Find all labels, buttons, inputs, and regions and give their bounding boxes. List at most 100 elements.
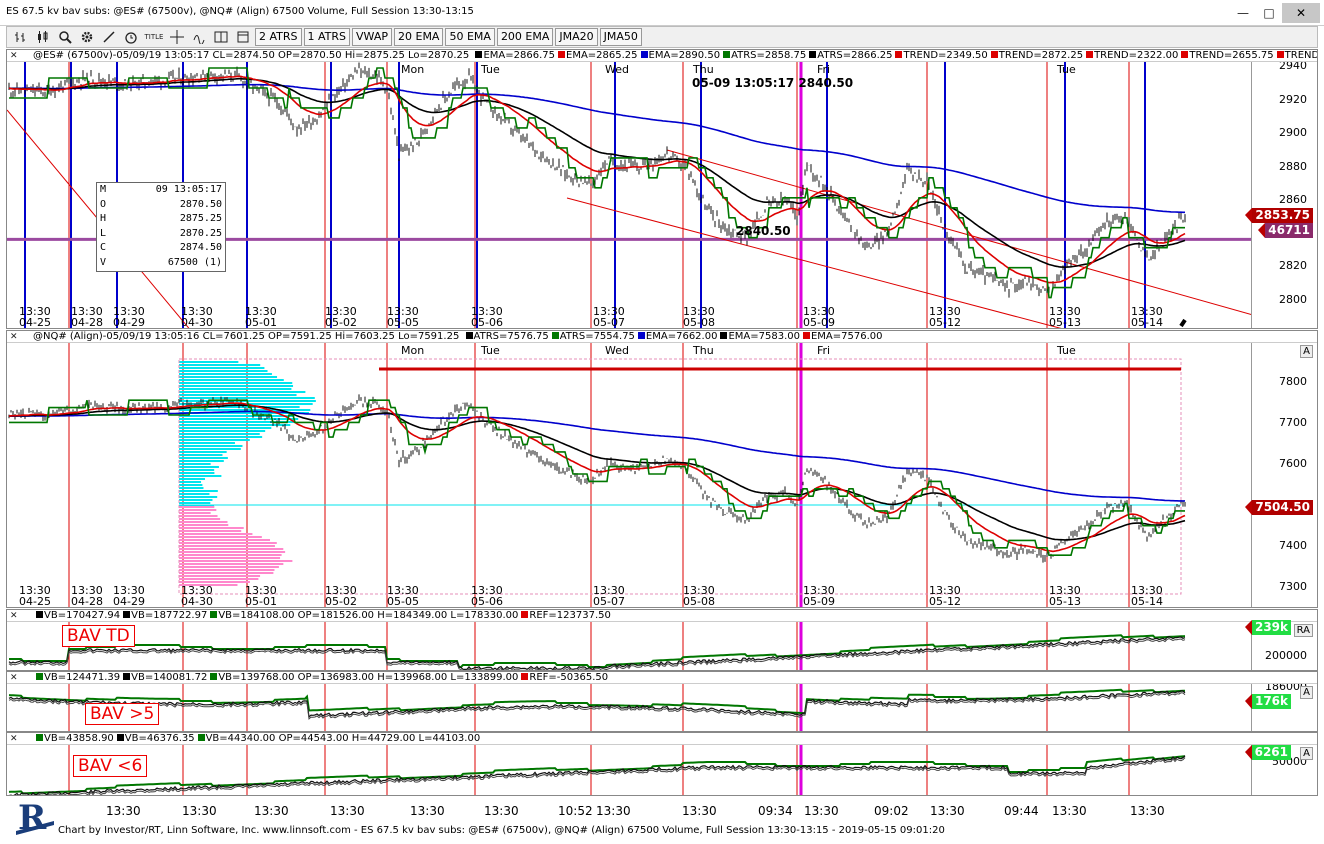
y-tick: 2920 [1279, 93, 1307, 106]
time-axis-label: 13:30 [1130, 804, 1165, 818]
autoscale-button[interactable]: A [1300, 345, 1313, 358]
day-label: Wed [605, 63, 629, 76]
series-value: VB=44340.00 OP=44543.00 H=44729.00 L=441… [205, 733, 481, 744]
bav-lt6-panel[interactable]: ✕ VB=43858.90 VB=46376.35 VB=44340.00 OP=4… [6, 732, 1318, 796]
volume-profile-bar [179, 518, 221, 520]
volume-profile-bar [179, 433, 260, 435]
time-axis-label: 13:30 [410, 804, 445, 818]
ema200-button[interactable]: 200 EMA [496, 28, 554, 46]
ema20-button[interactable]: 20 EMA [394, 28, 444, 46]
series-swatch [197, 734, 205, 741]
day-label: Tue [1057, 344, 1076, 357]
series-value: ATRS=7554.75 [559, 331, 635, 342]
date-label: 05-01 [245, 595, 277, 608]
maximize-button[interactable]: □ [1256, 3, 1282, 23]
time-axis-label: 09:02 [874, 804, 909, 818]
volume-profile-bar [179, 430, 266, 432]
date-label: 04-25 [19, 595, 51, 608]
jma50-button[interactable]: JMA50 [599, 28, 642, 46]
series-value: ATRS=2858.75 [731, 50, 807, 61]
alarm-clock-icon[interactable] [121, 28, 141, 46]
series-swatch [723, 51, 731, 58]
nq-price-axis[interactable]: 7800 7700 7600 7500 7400 7300 [1251, 331, 1317, 607]
nq-price-panel[interactable]: ✕ @NQ# (Align)-05/09/19 13:05:16 CL=7601… [6, 330, 1318, 608]
date-label: 05-01 [245, 316, 277, 329]
volume-profile-bar [179, 457, 228, 459]
series-swatch [36, 734, 43, 741]
volume-profile-bar [179, 382, 293, 384]
candlestick-icon[interactable] [33, 28, 53, 46]
ohlc-key: O [100, 198, 107, 210]
bav-td-panel[interactable]: ✕ VB=170427.94 VB=187722.97 VB=184108.00 O… [6, 609, 1318, 671]
y-tick: 7600 [1279, 457, 1307, 470]
autoscale-button[interactable]: A [1300, 686, 1313, 699]
volume-profile-bar [179, 506, 215, 508]
autoscale-button[interactable]: A [1300, 747, 1313, 760]
bav-td-header: VB=170427.94 VB=187722.97 VB=184108.00 OP=… [7, 610, 1317, 622]
volume-profile-bar [179, 557, 281, 559]
crosshair-readout: 05-09 13:05:17 2840.50 [692, 76, 854, 90]
series-value: EMA=2890.50 [648, 50, 721, 61]
series-swatch [1086, 51, 1094, 58]
split-screen-icon[interactable] [211, 28, 231, 46]
panel-close-icon[interactable]: ✕ [10, 51, 18, 61]
time-axis-label: 09:44 [1004, 804, 1039, 818]
atrs1-button[interactable]: 1 ATRS [303, 28, 351, 46]
series-swatch [521, 611, 529, 618]
series-swatch [465, 332, 473, 339]
time-axis[interactable]: 13:30 13:30 13:30 13:30 13:30 13:30 10:52 13:30… [6, 796, 1252, 820]
profile-range-box [178, 358, 1182, 595]
series-swatch [210, 673, 218, 680]
nq-price-chart[interactable] [7, 331, 1253, 608]
crosshair-icon[interactable] [167, 28, 187, 46]
bar-chart-icon[interactable] [11, 28, 31, 46]
bav-gt5-panel[interactable]: ✕ VB=124471.39 VB=140081.72 VB=139768.00 O… [6, 671, 1318, 732]
series-swatch [720, 332, 728, 339]
day-label: Tue [481, 344, 500, 357]
panel-close-icon[interactable]: ✕ [10, 332, 18, 342]
panel-close-icon[interactable]: ✕ [10, 734, 18, 744]
es-price-axis[interactable]: 2940 2920 2900 2880 2860 2840 2820 2800 [1251, 50, 1317, 328]
volume-profile-bar [179, 415, 295, 417]
series-value: VB=187722.97 [131, 610, 208, 621]
bav-lt6-header: VB=43858.90 VB=46376.35 VB=44340.00 OP=445… [7, 733, 1317, 745]
window-title: ES 67.5 kv bav subs: @ES# (67500v), @NQ#… [6, 6, 474, 17]
close-button[interactable]: ✕ [1282, 3, 1320, 23]
template-icon[interactable] [233, 28, 253, 46]
title-icon[interactable]: TITLE [143, 28, 165, 46]
series-value: REF=-50365.50 [529, 672, 609, 683]
panel-close-icon[interactable]: ✕ [10, 673, 18, 683]
day-label: Tue [481, 63, 500, 76]
scale-icon[interactable] [189, 28, 209, 46]
draw-line-icon[interactable] [99, 28, 119, 46]
date-label: 05-08 [683, 316, 715, 329]
minimize-button[interactable]: — [1230, 3, 1256, 23]
es-secondary-label: 46711 [1258, 223, 1313, 238]
atrs2-button[interactable]: 2 ATRS [255, 28, 302, 46]
volume-profile-bar [179, 524, 229, 526]
volume-profile-bar [179, 439, 250, 441]
time-axis-label: 13:30 [596, 804, 631, 818]
y-tick: 2880 [1279, 160, 1307, 173]
time-axis-label: 13:30 [804, 804, 839, 818]
investor-rt-logo: R [14, 795, 56, 841]
window-controls: — □ ✕ [1230, 3, 1320, 23]
y-tick: 7300 [1279, 580, 1307, 593]
time-axis-label: 13:30 [254, 804, 289, 818]
jma20-button[interactable]: JMA20 [555, 28, 598, 46]
panel-close-icon[interactable]: ✕ [10, 611, 18, 621]
footer-credit: Chart by Investor/RT, Linn Software, Inc… [58, 825, 945, 836]
vwap-button[interactable]: VWAP [352, 28, 392, 46]
volume-profile-bar [179, 445, 243, 447]
volume-profile-bar [179, 493, 210, 495]
ohlc-key: L [100, 227, 107, 239]
gear-icon[interactable] [77, 28, 97, 46]
hline-price-text: 2840.50 [736, 224, 791, 238]
volume-profile-bar [179, 385, 294, 387]
volume-profile-bar [179, 427, 272, 429]
zoom-icon[interactable] [55, 28, 75, 46]
es-symbol-info: @ES# (67500v)-05/09/19 13:05:17 CL=2874.… [33, 50, 470, 61]
time-axis-label: 13:30 [484, 804, 519, 818]
ema50-button[interactable]: 50 EMA [445, 28, 495, 46]
ra-button[interactable]: RA [1293, 624, 1313, 637]
